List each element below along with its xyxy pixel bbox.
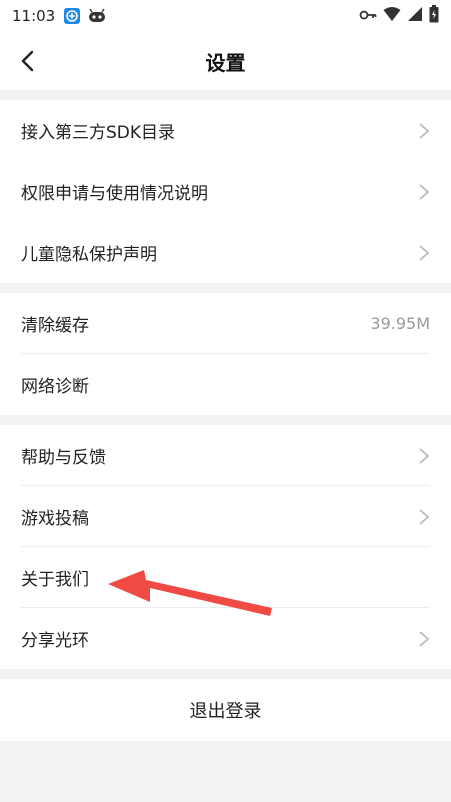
robot-icon [87, 8, 107, 24]
clear-cache-label: 清除缓存 [21, 316, 89, 336]
status-bar: 11:03 [0, 0, 451, 32]
app-notification-icon [63, 7, 81, 25]
sdk-directory-item[interactable]: 接入第三方SDK目录 [0, 100, 451, 161]
page-title: 设置 [205, 50, 246, 75]
battery-icon [429, 5, 439, 27]
network-diagnosis-item[interactable]: 网络诊断 [0, 354, 451, 415]
key-icon [359, 7, 377, 25]
sdk-directory-label: 接入第三方SDK目录 [21, 123, 176, 143]
game-submission-label: 游戏投稿 [21, 509, 89, 529]
child-privacy-item[interactable]: 儿童隐私保护声明 [0, 222, 451, 283]
share-label: 分享光环 [21, 631, 89, 651]
settings-group-about: 帮助与反馈 游戏投稿 关于我们 分享光环 [0, 425, 451, 669]
section-divider [0, 669, 451, 679]
navbar: 设置 [0, 32, 451, 90]
chevron-right-icon [419, 447, 430, 464]
permissions-label: 权限申请与使用情况说明 [21, 184, 208, 204]
clear-cache-item[interactable]: 清除缓存 39.95M [0, 293, 451, 354]
network-diagnosis-label: 网络诊断 [21, 377, 89, 397]
about-us-item[interactable]: 关于我们 [0, 547, 451, 608]
chevron-left-icon[interactable] [16, 49, 40, 73]
game-submission-item[interactable]: 游戏投稿 [0, 486, 451, 547]
permissions-item[interactable]: 权限申请与使用情况说明 [0, 161, 451, 222]
wifi-icon [383, 6, 401, 26]
help-feedback-label: 帮助与反馈 [21, 448, 106, 468]
signal-icon [407, 6, 423, 26]
settings-group-legal: 接入第三方SDK目录 权限申请与使用情况说明 儿童隐私保护声明 [0, 100, 451, 283]
chevron-right-icon [419, 630, 430, 647]
section-divider [0, 283, 451, 293]
child-privacy-label: 儿童隐私保护声明 [21, 245, 157, 265]
status-time: 11:03 [12, 7, 56, 25]
logout-button[interactable]: 退出登录 [0, 679, 451, 741]
chevron-right-icon [419, 508, 430, 525]
share-item[interactable]: 分享光环 [0, 608, 451, 669]
chevron-right-icon [419, 183, 430, 200]
chevron-right-icon [419, 244, 430, 261]
cache-size-value: 39.95M [370, 314, 430, 333]
chevron-right-icon [419, 122, 430, 139]
logout-label: 退出登录 [189, 701, 262, 722]
about-us-label: 关于我们 [21, 570, 89, 590]
help-feedback-item[interactable]: 帮助与反馈 [0, 425, 451, 486]
section-divider [0, 415, 451, 425]
settings-group-tools: 清除缓存 39.95M 网络诊断 [0, 293, 451, 415]
